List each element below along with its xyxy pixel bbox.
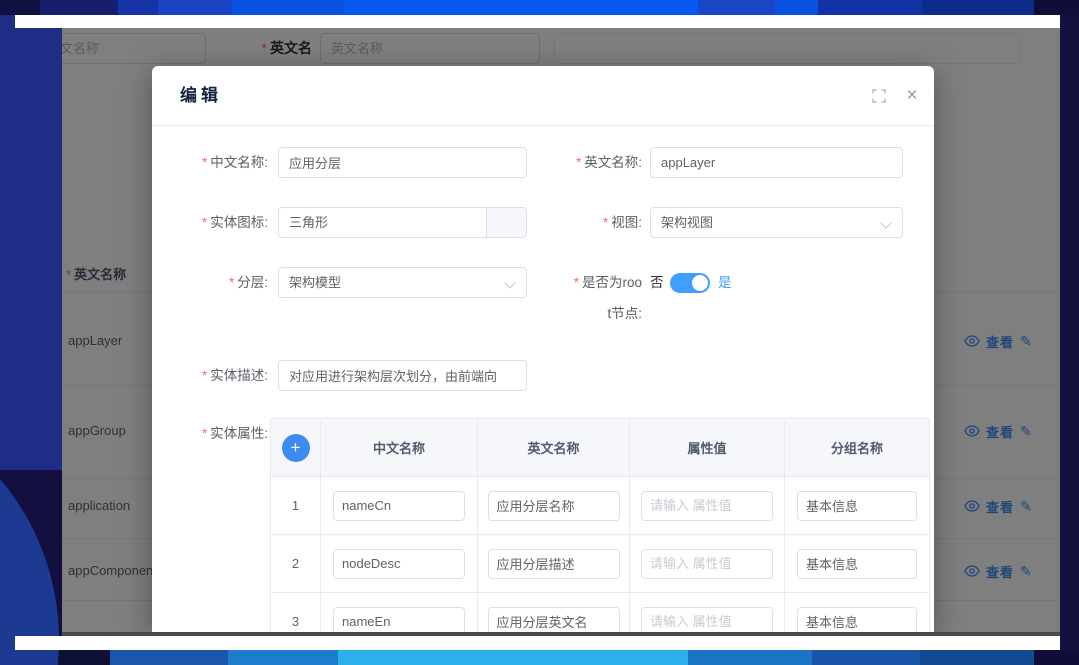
frame-right [1060, 15, 1079, 650]
view-select-value: 架构视图 [661, 215, 713, 230]
entity-desc-input[interactable] [278, 360, 527, 391]
icon-picker-button[interactable] [486, 208, 526, 237]
en-name-label: 英文名称: [546, 147, 642, 178]
attr-en-input[interactable] [488, 549, 620, 579]
frame-band [0, 0, 40, 15]
attr-cn-input[interactable] [333, 549, 465, 579]
fullscreen-icon[interactable] [872, 89, 886, 103]
toggle-on-text: 是 [718, 267, 732, 298]
attr-value-input[interactable] [641, 607, 773, 633]
attr-cn-input[interactable] [333, 607, 465, 633]
frame-left [0, 15, 62, 470]
frame-band [345, 0, 698, 15]
row-index: 3 [271, 593, 321, 632]
entity-desc-label: 实体描述: [172, 360, 268, 391]
attribute-row: 2 [271, 535, 929, 593]
frame-band [920, 650, 1034, 665]
edit-dialog: 编辑 × 中文名称: 英文名称: 实体图标: 三角形 视图: 架构视图 [152, 66, 934, 632]
frame-band [338, 650, 688, 665]
header-divider [152, 125, 934, 126]
page-bottom-edge [62, 632, 1060, 636]
close-icon[interactable]: × [902, 83, 922, 109]
frame-band [775, 0, 818, 15]
frame-band [158, 0, 232, 15]
col-header-attr-value: 属性值 [630, 419, 785, 476]
root-label-line2: t节点: [546, 298, 642, 329]
attr-cn-input[interactable] [333, 491, 465, 521]
row-index: 1 [271, 477, 321, 534]
frame-band [1034, 0, 1079, 15]
col-header-en-name: 英文名称 [478, 419, 630, 476]
root-label-line1: 是否为roo [546, 267, 642, 298]
attr-group-input[interactable] [797, 607, 917, 633]
frame-band [40, 0, 118, 15]
entity-icon-value: 三角形 [289, 208, 328, 237]
page-margin-top [15, 15, 1060, 28]
view-select[interactable]: 架构视图 [650, 207, 903, 238]
attr-value-input[interactable] [641, 491, 773, 521]
screenshot-frame: 中文名称 英文名 英文名称 英文名称 appLayer appGroup app… [0, 0, 1079, 665]
attribute-table: + 中文名称 英文名称 属性值 分组名称 1 2 [270, 418, 930, 632]
attr-en-input[interactable] [488, 607, 620, 633]
layer-select[interactable]: 架构模型 [278, 267, 527, 298]
attr-value-input[interactable] [641, 549, 773, 579]
frame-band [922, 0, 1034, 15]
attr-group-input[interactable] [797, 549, 917, 579]
chevron-down-icon [880, 217, 891, 228]
dialog-title: 编辑 [180, 66, 222, 126]
attr-group-input[interactable] [797, 491, 917, 521]
frame-band [1034, 650, 1079, 665]
attribute-table-header: + 中文名称 英文名称 属性值 分组名称 [271, 419, 929, 477]
row-index: 2 [271, 535, 321, 592]
entity-icon-label: 实体图标: [172, 207, 268, 238]
frame-band [698, 0, 775, 15]
entity-attrs-label: 实体属性: [172, 418, 268, 449]
en-name-input[interactable] [650, 147, 903, 178]
view-label: 视图: [546, 207, 642, 238]
cn-name-input[interactable] [278, 147, 527, 178]
attribute-row: 1 [271, 477, 929, 535]
page-margin-bottom [15, 636, 1060, 650]
layer-select-value: 架构模型 [289, 275, 341, 290]
frame-band [228, 650, 338, 665]
toggle-knob [692, 275, 708, 291]
attr-en-input[interactable] [488, 491, 620, 521]
app-page: 中文名称 英文名 英文名称 英文名称 appLayer appGroup app… [62, 28, 1060, 632]
col-header-cn-name: 中文名称 [321, 419, 478, 476]
chevron-down-icon [504, 277, 515, 288]
entity-icon-input[interactable]: 三角形 [278, 207, 527, 238]
add-attribute-button[interactable]: + [282, 434, 310, 462]
root-toggle[interactable] [670, 273, 710, 293]
frame-band [688, 650, 812, 665]
frame-band [812, 650, 920, 665]
frame-band [110, 650, 228, 665]
cn-name-label: 中文名称: [172, 147, 268, 178]
col-header-group-name: 分组名称 [785, 419, 929, 476]
frame-band [818, 0, 922, 15]
toggle-off-text: 否 [650, 267, 664, 298]
frame-band [118, 0, 158, 15]
layer-label: 分层: [172, 267, 268, 298]
frame-band [232, 0, 345, 15]
attribute-row: 3 [271, 593, 929, 632]
